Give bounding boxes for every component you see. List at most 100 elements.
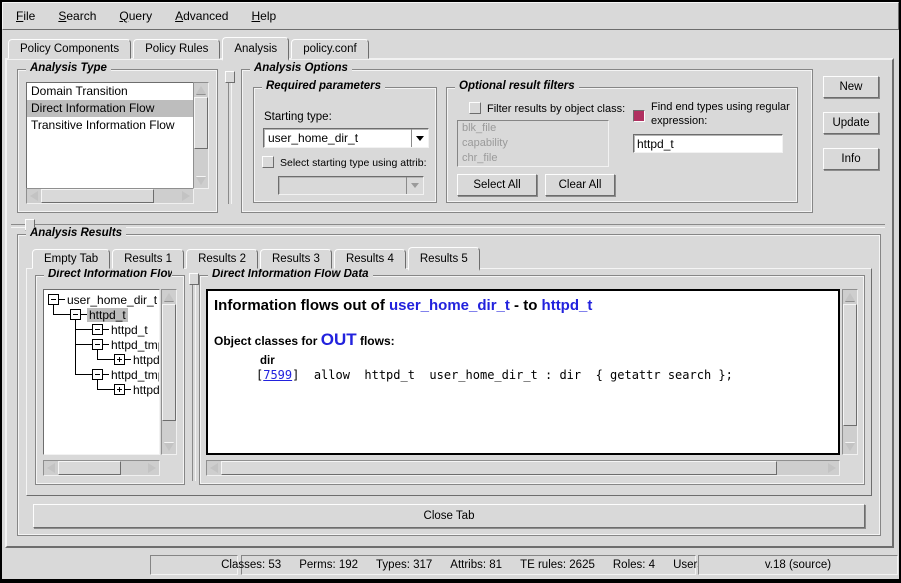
tree-connector xyxy=(75,344,92,345)
scroll-thumb[interactable] xyxy=(194,97,208,149)
analysis-type-hscrollbar[interactable] xyxy=(26,188,194,204)
tree-node[interactable]: httpd_t xyxy=(109,323,150,337)
tree-expander[interactable] xyxy=(92,369,103,380)
clear-all-button[interactable]: Clear All xyxy=(545,174,615,196)
tree-expander[interactable] xyxy=(114,384,125,395)
attrib-checkbox[interactable] xyxy=(262,156,274,168)
scroll-down-icon[interactable] xyxy=(162,440,176,454)
object-class-listbox: blk_filecapabilitychr_file xyxy=(457,120,609,167)
tree-vscrollbar[interactable] xyxy=(161,289,177,455)
scroll-thumb[interactable] xyxy=(843,304,857,426)
flow-tree-title: Direct Information Flow T xyxy=(44,268,172,280)
menu-search[interactable]: Search xyxy=(58,9,96,23)
scroll-right-icon[interactable] xyxy=(179,189,193,203)
regex-input[interactable] xyxy=(633,134,783,153)
scroll-left-icon[interactable] xyxy=(207,461,221,475)
menu-help[interactable]: Help xyxy=(251,9,276,23)
tree-node[interactable]: httpd_t xyxy=(87,308,128,322)
tree-node[interactable]: httpd_t xyxy=(131,353,159,367)
optional-filters-title: Optional result filters xyxy=(455,80,579,92)
results-tab-results-3[interactable]: Results 3 xyxy=(260,249,332,269)
tab-policy-conf[interactable]: policy.conf xyxy=(291,39,368,59)
tree-expander[interactable] xyxy=(92,324,103,335)
tree-node[interactable]: user_home_dir_t xyxy=(65,293,159,307)
starting-type-combobox[interactable]: user_home_dir_t xyxy=(263,128,429,148)
scroll-trough[interactable] xyxy=(162,304,176,440)
new-button[interactable]: New xyxy=(823,76,879,98)
close-tab-button[interactable]: Close Tab xyxy=(33,504,865,528)
scroll-left-icon[interactable] xyxy=(44,461,58,475)
pane-sash[interactable] xyxy=(11,224,885,228)
analysis-type-group: Analysis Type Domain TransitionDirect In… xyxy=(17,69,218,213)
main-tab-bar: Policy ComponentsPolicy RulesAnalysispol… xyxy=(8,35,369,59)
scroll-trough[interactable] xyxy=(41,189,179,203)
regex-checkbox[interactable] xyxy=(633,110,645,122)
flow-data-textarea[interactable]: Information flows out of user_home_dir_t… xyxy=(206,289,840,455)
pane-sash[interactable] xyxy=(192,285,196,481)
tab-analysis[interactable]: Analysis xyxy=(222,37,289,61)
results-tab-results-2[interactable]: Results 2 xyxy=(186,249,258,269)
pane-sash-handle[interactable] xyxy=(225,71,235,83)
tree-node[interactable]: httpd_t xyxy=(131,383,159,397)
status-stat: Perms: 192 xyxy=(299,559,358,571)
status-stat: Types: 317 xyxy=(376,559,432,571)
info-button[interactable]: Info xyxy=(823,148,879,170)
tree-hscrollbar[interactable] xyxy=(43,460,160,476)
scroll-up-icon[interactable] xyxy=(162,290,176,304)
tree-expander[interactable] xyxy=(70,309,81,320)
scroll-down-icon[interactable] xyxy=(843,440,857,454)
pane-sash[interactable] xyxy=(228,83,232,204)
flow-data-group: Direct Information Flow Data Information… xyxy=(199,275,865,485)
scroll-right-icon[interactable] xyxy=(145,461,159,475)
tree-expander[interactable] xyxy=(114,354,125,365)
optional-filters-group: Optional result filters Filter results b… xyxy=(446,87,798,203)
analysis-type-item[interactable]: Domain Transition xyxy=(27,83,193,100)
results-tab-results-4[interactable]: Results 4 xyxy=(334,249,406,269)
results-page: Direct Information Flow T user_home_dir_… xyxy=(26,268,872,496)
scroll-down-icon[interactable] xyxy=(194,174,208,188)
menu-advanced[interactable]: Advanced xyxy=(175,9,228,23)
scroll-trough[interactable] xyxy=(843,304,857,440)
chevron-down-icon[interactable] xyxy=(411,129,428,147)
scroll-up-icon[interactable] xyxy=(843,290,857,304)
status-stat: TE rules: 2625 xyxy=(520,559,595,571)
scroll-trough[interactable] xyxy=(194,97,208,174)
scroll-thumb[interactable] xyxy=(221,461,777,475)
results-tab-results-1[interactable]: Results 1 xyxy=(112,249,184,269)
tree-connector xyxy=(53,314,70,315)
results-tab-results-5[interactable]: Results 5 xyxy=(408,247,480,271)
tree-node[interactable]: httpd_tmp_t xyxy=(109,338,159,352)
scroll-trough[interactable] xyxy=(58,461,145,475)
update-button[interactable]: Update xyxy=(823,112,879,134)
tab-policy-components[interactable]: Policy Components xyxy=(8,39,131,59)
filter-class-checkbox[interactable] xyxy=(469,102,481,114)
scroll-thumb[interactable] xyxy=(162,304,176,421)
data-hscrollbar[interactable] xyxy=(206,460,840,476)
tree-expander[interactable] xyxy=(48,294,59,305)
data-vscrollbar[interactable] xyxy=(842,289,858,455)
scroll-up-icon[interactable] xyxy=(194,83,208,97)
analysis-type-vscrollbar[interactable] xyxy=(193,82,209,189)
tree-node[interactable]: httpd_tmpfs_t xyxy=(109,368,159,382)
select-all-button[interactable]: Select All xyxy=(457,174,537,196)
attrib-combobox xyxy=(278,176,424,195)
results-tab-empty-tab[interactable]: Empty Tab xyxy=(32,249,110,269)
results-tab-bar: Empty TabResults 1Results 2Results 3Resu… xyxy=(32,246,480,269)
scroll-left-icon[interactable] xyxy=(27,189,41,203)
menu-query[interactable]: Query xyxy=(119,9,152,23)
analysis-type-listbox[interactable]: Domain TransitionDirect Information Flow… xyxy=(26,82,194,189)
tree-expander[interactable] xyxy=(92,339,103,350)
scroll-right-icon[interactable] xyxy=(825,461,839,475)
scroll-thumb[interactable] xyxy=(41,189,154,203)
scroll-trough[interactable] xyxy=(221,461,825,475)
analysis-type-item[interactable]: Transitive Information Flow xyxy=(27,117,193,134)
scroll-thumb[interactable] xyxy=(58,461,121,475)
pane-sash-handle[interactable] xyxy=(189,273,199,285)
tree-connector xyxy=(75,329,92,330)
chevron-down-icon xyxy=(406,177,423,194)
tab-policy-rules[interactable]: Policy Rules xyxy=(133,39,220,59)
analysis-type-item[interactable]: Direct Information Flow xyxy=(27,100,193,117)
flow-tree[interactable]: user_home_dir_thttpd_thttpd_thttpd_tmp_t… xyxy=(43,289,160,455)
menu-file[interactable]: File xyxy=(16,9,35,23)
rule-id-link[interactable]: 7599 xyxy=(263,368,292,382)
